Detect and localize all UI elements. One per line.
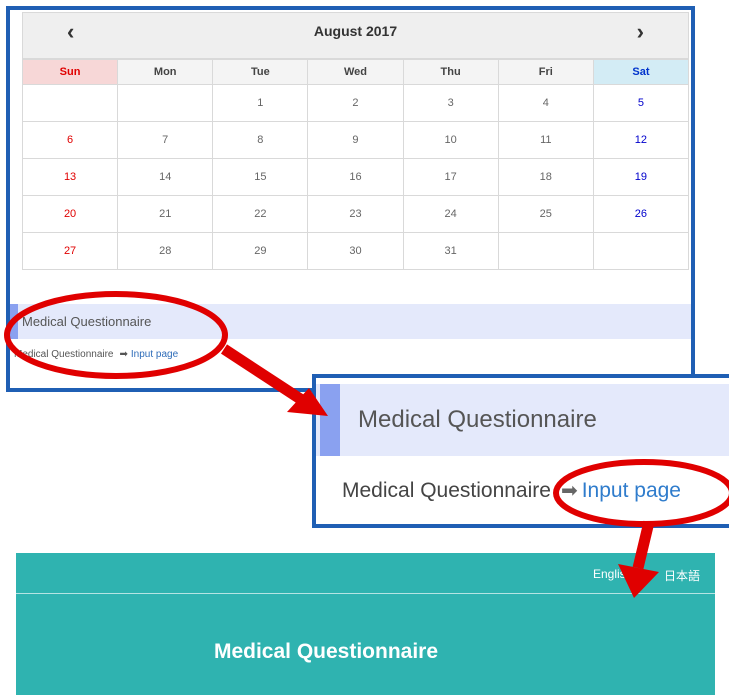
calendar-month-title: August 2017: [313, 23, 398, 39]
zoom-input-page-link[interactable]: Input page: [582, 479, 681, 502]
weekday-sat: Sat: [592, 59, 690, 85]
day-cell[interactable]: [592, 232, 690, 270]
arrow-right-icon: ➡: [119, 349, 128, 360]
day-cell[interactable]: 2: [307, 84, 404, 122]
day-cell[interactable]: 8: [212, 121, 309, 159]
day-cell[interactable]: 21: [117, 195, 214, 233]
day-cell[interactable]: 11: [497, 121, 594, 159]
day-cell[interactable]: 6: [21, 121, 119, 159]
day-cell[interactable]: 31: [402, 232, 499, 270]
calendar-panel: ‹ August 2017 › Sun Mon Tue Wed Thu Fri …: [6, 6, 695, 392]
day-cell[interactable]: [117, 84, 214, 122]
day-cell[interactable]: 20: [21, 195, 119, 233]
day-cell[interactable]: [497, 232, 594, 270]
day-cell[interactable]: 24: [402, 195, 499, 233]
weekday-thu: Thu: [402, 59, 499, 85]
day-cell[interactable]: 22: [212, 195, 309, 233]
header-divider: [16, 593, 715, 594]
input-page-link[interactable]: Input page: [131, 349, 178, 360]
day-cell[interactable]: 12: [592, 121, 690, 159]
day-cell[interactable]: 26: [592, 195, 690, 233]
day-cell[interactable]: 19: [592, 158, 690, 196]
day-cell[interactable]: 18: [497, 158, 594, 196]
day-cell[interactable]: 13: [21, 158, 119, 196]
language-japanese-link[interactable]: 日本語: [664, 567, 700, 584]
week-row: 1 2 3 4 5: [21, 84, 690, 122]
section-header: Medical Questionnaire: [10, 304, 691, 339]
day-cell[interactable]: 14: [117, 158, 214, 196]
next-month-icon[interactable]: ›: [637, 19, 644, 45]
day-cell[interactable]: 16: [307, 158, 404, 196]
weekday-mon: Mon: [117, 59, 214, 85]
day-cell[interactable]: 3: [402, 84, 499, 122]
day-cell[interactable]: 7: [117, 121, 214, 159]
calendar-grid: Sun Mon Tue Wed Thu Fri Sat 1 2 3 4 5 6 …: [21, 59, 690, 270]
weekday-header-row: Sun Mon Tue Wed Thu Fri Sat: [21, 59, 690, 85]
day-cell[interactable]: 9: [307, 121, 404, 159]
section-title: Medical Questionnaire: [22, 314, 152, 329]
zoom-arrow-right-icon: ➡: [560, 480, 578, 502]
day-cell[interactable]: [21, 84, 119, 122]
zoom-link-row: Medical Questionnaire ➡ Input page: [342, 478, 681, 503]
day-cell[interactable]: 28: [117, 232, 214, 270]
zoom-questionnaire-label: Medical Questionnaire: [342, 479, 551, 502]
section-accent-bar: [10, 304, 18, 339]
calendar-header: ‹ August 2017 ›: [22, 12, 689, 59]
day-cell[interactable]: 15: [212, 158, 309, 196]
weekday-sun: Sun: [21, 59, 119, 85]
day-cell[interactable]: 1: [212, 84, 309, 122]
day-cell[interactable]: 25: [497, 195, 594, 233]
day-cell[interactable]: 27: [21, 232, 119, 270]
zoom-section-header: Medical Questionnaire: [316, 384, 729, 456]
week-row: 6 7 8 9 10 11 12: [21, 121, 690, 159]
zoom-panel: Medical Questionnaire Medical Questionna…: [312, 374, 729, 528]
day-cell[interactable]: 10: [402, 121, 499, 159]
questionnaire-link-row: Medical Questionnaire ➡ Input page: [14, 349, 178, 360]
week-row: 27 28 29 30 31: [21, 232, 690, 270]
zoom-section-title: Medical Questionnaire: [358, 406, 597, 433]
week-row: 13 14 15 16 17 18 19: [21, 158, 690, 196]
weekday-fri: Fri: [497, 59, 594, 85]
weekday-tue: Tue: [212, 59, 309, 85]
zoom-accent-bar: [320, 384, 340, 456]
week-row: 20 21 22 23 24 25 26: [21, 195, 690, 233]
questionnaire-page-header: English 日本語 Medical Questionnaire: [16, 553, 715, 695]
day-cell[interactable]: 4: [497, 84, 594, 122]
day-cell[interactable]: 29: [212, 232, 309, 270]
day-cell[interactable]: 23: [307, 195, 404, 233]
day-cell[interactable]: 17: [402, 158, 499, 196]
questionnaire-page-title: Medical Questionnaire: [213, 640, 439, 663]
language-english-link[interactable]: English: [593, 567, 632, 581]
questionnaire-label: Medical Questionnaire: [14, 349, 114, 360]
day-cell[interactable]: 5: [592, 84, 690, 122]
day-cell[interactable]: 30: [307, 232, 404, 270]
weekday-wed: Wed: [307, 59, 404, 85]
